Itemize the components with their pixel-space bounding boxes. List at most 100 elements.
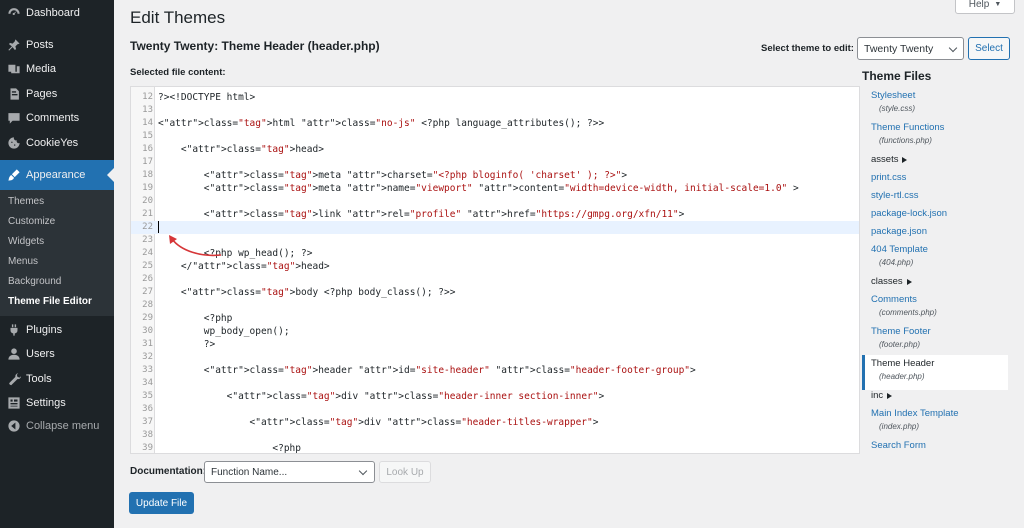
sidebar-item-appearance[interactable]: Appearance: [0, 160, 114, 190]
line-number: 12: [142, 92, 153, 102]
file-link[interactable]: Stylesheet: [871, 90, 915, 101]
file-path: (404.php): [879, 258, 914, 267]
sidebar-item-media[interactable]: Media: [0, 57, 114, 81]
theme-select-value: Twenty Twenty: [864, 42, 934, 55]
line-number: 16: [142, 144, 153, 154]
line-number: 13: [142, 105, 153, 115]
code-text: <"attr">class="tag">link "attr">rel="pro…: [158, 209, 685, 220]
code-line[interactable]: 27 <"attr">class="tag">body <?php body_c…: [131, 286, 859, 299]
code-line[interactable]: 13: [131, 104, 859, 117]
sidebar-item-dashboard[interactable]: Dashboard: [0, 1, 114, 25]
sidebar-item-settings[interactable]: Settings: [0, 391, 114, 415]
sidebar-item-label: Settings: [26, 397, 66, 409]
line-number: 22: [142, 222, 153, 232]
code-line[interactable]: 33 <"attr">class="tag">header "attr">id=…: [131, 364, 859, 377]
line-number: 36: [142, 404, 153, 414]
collapse-menu-button[interactable]: Collapse menu: [0, 414, 114, 438]
code-line[interactable]: 35 <"attr">class="tag">div "attr">class=…: [131, 390, 859, 403]
code-line[interactable]: 29 <?php: [131, 312, 859, 325]
code-line[interactable]: 14 <"attr">class="tag">html "attr">class=…: [131, 117, 859, 130]
file-link[interactable]: Theme Footer: [871, 326, 931, 337]
folder-label: assets: [871, 154, 899, 165]
sidebar-item-label: Collapse menu: [26, 420, 100, 432]
folder-classes[interactable]: classes: [871, 276, 912, 287]
file-link[interactable]: Main Index Template: [871, 408, 959, 419]
code-line[interactable]: 21 <"attr">class="tag">link "attr">rel="…: [131, 208, 859, 221]
text-cursor: [158, 221, 159, 233]
code-line[interactable]: 19 <"attr">class="tag">meta "attr">name=…: [131, 182, 859, 195]
file-link[interactable]: package.json: [871, 226, 927, 237]
select-button[interactable]: Select: [968, 37, 1010, 60]
code-line[interactable]: 17: [131, 156, 859, 169]
sidebar-item-label: Tools: [26, 373, 52, 385]
submenu-customize[interactable]: Customize: [8, 216, 55, 227]
submenu-widgets[interactable]: Widgets: [8, 236, 44, 247]
look-up-button[interactable]: Look Up: [379, 461, 431, 483]
file-link[interactable]: Theme Header: [871, 358, 934, 369]
caret-right-icon: [906, 278, 912, 285]
code-line[interactable]: 22: [131, 221, 859, 234]
code-line[interactable]: 31 ?>: [131, 338, 859, 351]
folder-inc[interactable]: inc: [871, 390, 893, 401]
file-link[interactable]: style-rtl.css: [871, 190, 919, 201]
code-editor[interactable]: 12 ?><!DOCTYPE html> 13 14 <"attr">class="ta…: [130, 86, 860, 454]
code-line[interactable]: 32: [131, 351, 859, 364]
submenu-theme-file-editor[interactable]: Theme File Editor: [8, 296, 92, 307]
submenu-themes[interactable]: Themes: [8, 196, 44, 207]
code-line[interactable]: 20: [131, 195, 859, 208]
code-text: <"attr">class="tag">div "attr">class="he…: [158, 391, 605, 402]
code-text: <"attr">class="tag">div "attr">class="he…: [158, 417, 599, 428]
line-number: 35: [142, 391, 153, 401]
code-line[interactable]: 16 <"attr">class="tag">head>: [131, 143, 859, 156]
code-line[interactable]: 24 <?php wp_head(); ?>: [131, 247, 859, 260]
sidebar-item-pages[interactable]: Pages: [0, 82, 114, 106]
code-line[interactable]: 15: [131, 130, 859, 143]
code-text: ?><!DOCTYPE html>: [158, 92, 256, 103]
help-button[interactable]: Help ▼: [955, 0, 1015, 14]
brush-icon: [7, 168, 21, 182]
code-line[interactable]: 26: [131, 273, 859, 286]
chevron-down-icon: [948, 43, 958, 53]
submenu-background[interactable]: Background: [8, 276, 61, 287]
sidebar-item-comments[interactable]: Comments: [0, 106, 114, 130]
code-line[interactable]: 37 <"attr">class="tag">div "attr">class=…: [131, 416, 859, 429]
file-link[interactable]: print.css: [871, 172, 906, 183]
file-link[interactable]: Search Form: [871, 440, 926, 451]
code-text: <?php: [158, 313, 233, 324]
submenu-menus[interactable]: Menus: [8, 256, 38, 267]
code-line[interactable]: 38: [131, 429, 859, 442]
line-number: 27: [142, 287, 153, 297]
code-line[interactable]: 30 wp_body_open();: [131, 325, 859, 338]
sidebar-item-plugins[interactable]: Plugins: [0, 318, 114, 342]
help-label: Help: [968, 0, 990, 10]
line-number: 39: [142, 443, 153, 453]
code-line[interactable]: 39 <?php: [131, 442, 859, 453]
plug-icon: [7, 323, 21, 337]
file-link[interactable]: package-lock.json: [871, 208, 947, 219]
code-line[interactable]: 36: [131, 403, 859, 416]
code-line[interactable]: 28: [131, 299, 859, 312]
code-line[interactable]: 12 ?><!DOCTYPE html>: [131, 91, 859, 104]
annotation-arrow: [169, 235, 222, 257]
file-link[interactable]: 404 Template: [871, 244, 928, 255]
code-line[interactable]: 25 </"attr">class="tag">head>: [131, 260, 859, 273]
folder-assets[interactable]: assets: [871, 154, 908, 165]
code-line[interactable]: 23: [131, 234, 859, 247]
file-link[interactable]: Comments: [871, 294, 917, 305]
sidebar-item-cookieyes[interactable]: CookieYes: [0, 131, 114, 155]
file-link[interactable]: Theme Functions: [871, 122, 944, 133]
file-path: (comments.php): [879, 308, 937, 317]
sidebar-item-users[interactable]: Users: [0, 342, 114, 366]
sidebar-item-tools[interactable]: Tools: [0, 367, 114, 391]
update-file-button[interactable]: Update File: [129, 492, 194, 514]
selected-file-label: Selected file content:: [130, 67, 226, 78]
code-line[interactable]: 18 <"attr">class="tag">meta "attr">chars…: [131, 169, 859, 182]
theme-select[interactable]: Twenty Twenty: [857, 37, 964, 60]
line-number: 30: [142, 326, 153, 336]
code-line[interactable]: 34: [131, 377, 859, 390]
line-number: 26: [142, 274, 153, 284]
sidebar-item-label: Comments: [26, 112, 80, 124]
sidebar-item-posts[interactable]: Posts: [0, 33, 114, 57]
function-name-select[interactable]: Function Name...: [204, 461, 375, 483]
collapse-icon: [7, 419, 21, 433]
